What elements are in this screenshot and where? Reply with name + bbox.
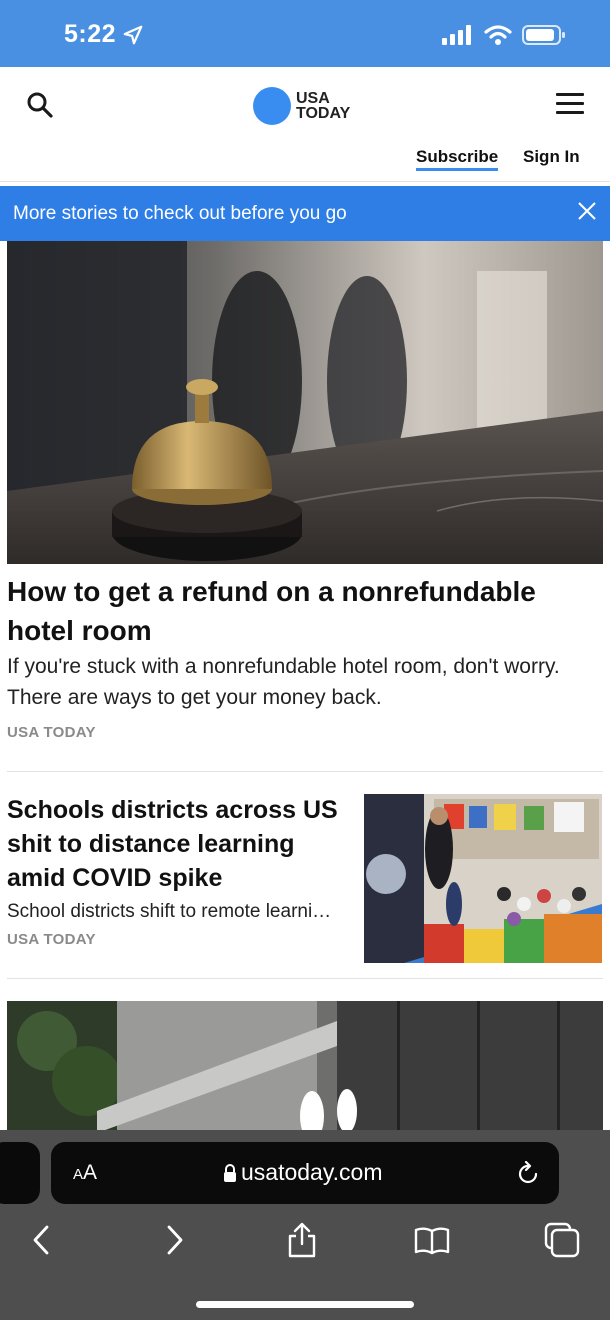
status-bar: 5:22 — [0, 0, 610, 67]
reload-icon[interactable] — [515, 1161, 541, 1187]
article-title[interactable]: Schools districts across US shit to dist… — [7, 793, 352, 895]
site-header: USA TODAY Subscribe Sign In — [0, 67, 610, 182]
sign-in-link[interactable]: Sign In — [523, 147, 580, 167]
classroom-image[interactable] — [364, 794, 602, 963]
article-summary: School districts shift to remote learni… — [7, 901, 332, 922]
divider — [7, 978, 603, 979]
address-bar[interactable]: AA usatoday.com — [51, 1142, 559, 1204]
logo-circle — [253, 87, 291, 125]
more-stories-banner: More stories to check out before you go — [0, 186, 610, 241]
share-icon[interactable] — [284, 1222, 320, 1258]
status-time: 5:22 — [64, 20, 117, 48]
article-title[interactable]: How to get a refund on a nonrefundable h… — [7, 572, 603, 650]
text-size-button[interactable]: AA — [73, 1161, 97, 1185]
url-display[interactable]: usatoday.com — [223, 1159, 382, 1186]
previous-tab-peek[interactable] — [0, 1142, 40, 1204]
wifi-icon — [484, 25, 512, 45]
battery-icon — [522, 25, 565, 45]
location-arrow-icon — [123, 25, 143, 45]
home-indicator[interactable] — [196, 1301, 414, 1308]
logo-line-2: TODAY — [296, 105, 351, 122]
banner-text: More stories to check out before you go — [13, 203, 347, 224]
hamburger-menu-icon[interactable] — [556, 93, 584, 117]
url-text: usatoday.com — [241, 1159, 383, 1185]
building-image[interactable] — [7, 1001, 603, 1133]
article-source: USA TODAY — [7, 931, 96, 948]
usa-today-logo[interactable]: USA TODAY — [253, 87, 350, 125]
status-icons — [442, 24, 566, 46]
divider — [7, 771, 603, 772]
forward-arrow-icon[interactable] — [156, 1222, 192, 1258]
lock-icon — [224, 1163, 236, 1182]
search-icon[interactable] — [26, 91, 54, 119]
article-source: USA TODAY — [7, 724, 96, 741]
hotel-bell-image[interactable] — [7, 241, 603, 564]
cellular-signal-icon — [442, 25, 471, 45]
logo-line-1: USA — [296, 90, 330, 107]
logo-text: USA TODAY — [296, 90, 351, 122]
subscribe-link[interactable]: Subscribe — [416, 147, 499, 171]
tabs-icon[interactable] — [544, 1222, 580, 1258]
bookmarks-icon[interactable] — [414, 1222, 450, 1258]
back-arrow-icon[interactable] — [24, 1222, 60, 1258]
close-icon[interactable] — [576, 200, 598, 222]
article-summary: If you're stuck with a nonrefundable hot… — [7, 655, 560, 709]
